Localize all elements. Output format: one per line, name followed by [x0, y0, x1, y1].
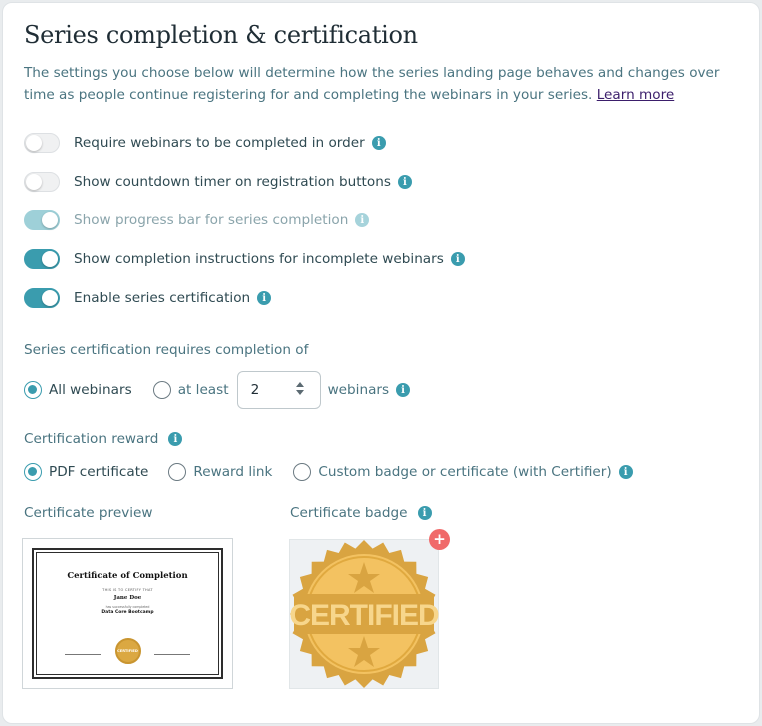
requirement-section-label: Series certification requires completion… — [24, 342, 309, 358]
at-least-radio[interactable] — [152, 381, 171, 399]
certificate-subtitle: THIS IS TO CERTIFY THAT — [102, 588, 153, 592]
toggle-knob — [42, 290, 58, 306]
toggle-knob — [42, 212, 58, 228]
reward-link-label[interactable]: Reward link — [193, 464, 272, 480]
certificate-date-line — [154, 654, 190, 656]
at-least-label[interactable]: at least — [178, 382, 229, 398]
toggle-knob — [26, 174, 42, 190]
info-icon[interactable]: i — [355, 213, 370, 227]
all-webinars-radio[interactable] — [24, 381, 42, 399]
certificate-course: Data Core Bootcamp — [101, 610, 154, 615]
progress-bar-label: Show progress bar for series completion — [74, 212, 349, 228]
complete-in-order-label: Require webinars to be completed in orde… — [74, 135, 365, 151]
toggle-row-complete-in-order: Require webinars to be completed in orde… — [24, 132, 386, 154]
certificate-body: Certificate of Completion THIS IS TO CER… — [36, 552, 219, 675]
info-icon[interactable]: i — [257, 291, 272, 305]
pdf-certificate-radio[interactable] — [24, 463, 42, 481]
reward-label: Certification reward — [24, 431, 159, 447]
chevron-down-icon[interactable] — [295, 390, 304, 395]
info-icon[interactable]: i — [618, 465, 633, 479]
countdown-timer-toggle[interactable] — [24, 172, 60, 192]
certificate-badge-label: Certificate badge — [290, 505, 408, 521]
certificate-signature-line — [65, 654, 101, 656]
toggle-knob — [42, 251, 58, 267]
reward-link-radio[interactable] — [168, 463, 187, 481]
certificate-title: Certificate of Completion — [67, 571, 188, 581]
progress-bar-toggle[interactable] — [24, 210, 60, 230]
info-icon[interactable]: i — [371, 136, 386, 150]
chevron-up-icon[interactable] — [295, 382, 304, 387]
badge-text: CERTIFIED — [290, 599, 439, 632]
certificate-preview[interactable]: Certificate of Completion THIS IS TO CER… — [22, 538, 233, 689]
add-badge-button[interactable]: + — [429, 529, 450, 550]
info-icon[interactable]: i — [168, 432, 183, 446]
toggle-row-series-certification: Enable series certification i — [24, 287, 272, 309]
certificate-name: Jane Doe — [113, 595, 142, 601]
page-title: Series completion & certification — [24, 21, 418, 49]
pdf-certificate-label[interactable]: PDF certificate — [49, 464, 148, 480]
certificate-badge-preview[interactable]: CERTIFIED — [289, 539, 440, 689]
toggle-row-progress-bar: Show progress bar for series completion … — [24, 209, 370, 231]
reward-options: PDF certificate Reward link Custom badge… — [24, 454, 633, 490]
certified-badge-icon: CERTIFIED — [289, 540, 440, 688]
certificate-border: Certificate of Completion THIS IS TO CER… — [32, 548, 223, 679]
reward-section-label: Certification reward i — [24, 431, 183, 447]
complete-in-order-toggle[interactable] — [24, 133, 60, 153]
all-webinars-label[interactable]: All webinars — [49, 382, 132, 398]
webinar-count-value: 2 — [250, 382, 260, 398]
info-icon[interactable]: i — [417, 506, 432, 520]
certificate-note: has successfully completed — [105, 605, 150, 609]
learn-more-link[interactable]: Learn more — [597, 87, 675, 103]
completion-instructions-label: Show completion instructions for incompl… — [74, 251, 444, 267]
stepper-icon[interactable] — [295, 382, 304, 395]
custom-badge-radio[interactable] — [293, 463, 312, 481]
toggle-row-completion-instructions: Show completion instructions for incompl… — [24, 248, 465, 270]
custom-badge-label[interactable]: Custom badge or certificate (with Certif… — [318, 464, 611, 480]
webinars-unit-label: webinars — [327, 382, 390, 398]
countdown-timer-label: Show countdown timer on registration but… — [74, 174, 391, 190]
completion-instructions-toggle[interactable] — [24, 249, 60, 269]
toggle-knob — [26, 135, 42, 151]
certificate-preview-label: Certificate preview — [24, 505, 153, 521]
certificate-seal: CERTIFIED — [114, 638, 141, 664]
toggle-row-countdown-timer: Show countdown timer on registration but… — [24, 171, 412, 193]
series-certification-toggle[interactable] — [24, 288, 60, 308]
requirement-options: All webinars at least 2 webinars i — [24, 371, 411, 409]
webinar-count-input[interactable]: 2 — [236, 371, 321, 409]
info-icon[interactable]: i — [450, 252, 465, 266]
certificate-badge-heading: Certificate badge i — [290, 505, 432, 521]
series-certification-label: Enable series certification — [74, 290, 251, 306]
info-icon[interactable]: i — [396, 383, 411, 397]
info-icon[interactable]: i — [397, 175, 412, 189]
page-description: The settings you choose below will deter… — [24, 62, 744, 106]
